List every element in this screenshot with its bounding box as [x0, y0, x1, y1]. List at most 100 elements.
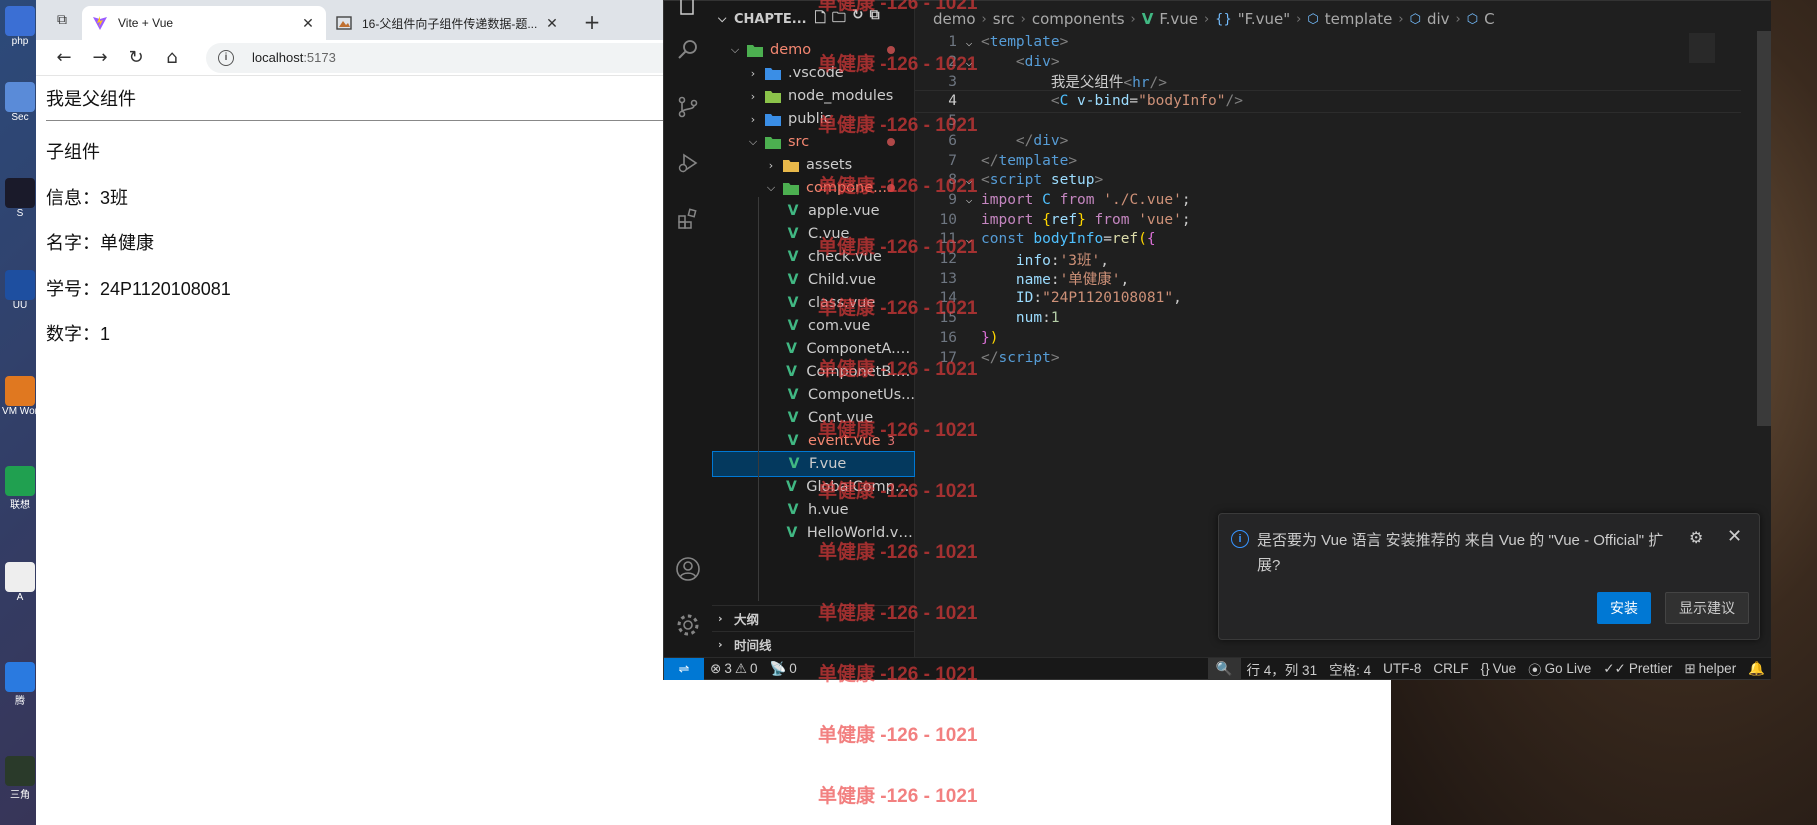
line-number: 7 [948, 152, 957, 169]
language-status[interactable]: {} Vue [1475, 661, 1523, 676]
refresh-icon[interactable]: ↻ [852, 7, 864, 31]
explorer-icon[interactable] [674, 0, 702, 21]
chevron-right-icon: › [1296, 11, 1302, 27]
helper-status[interactable]: ⊞ helper [1678, 661, 1742, 677]
problems-status[interactable]: ⊗ 3 ⚠ 0 [704, 661, 763, 677]
code-text: const bodyInfo=ref({ [981, 231, 1156, 247]
home-icon[interactable]: ⌂ [154, 43, 190, 73]
prettier-status[interactable]: ✓✓ Prettier [1597, 661, 1678, 677]
site-info-icon[interactable]: i [218, 49, 234, 66]
zoom-icon[interactable]: 🔍 [1207, 657, 1241, 680]
tree-item[interactable]: V HelloWorld.vue [712, 520, 915, 546]
vue-file-icon: V [787, 433, 799, 449]
tree-item-label: F.vue [809, 456, 847, 472]
collapse-all-icon[interactable]: ⧉ [870, 7, 880, 31]
code-token: /> [1225, 93, 1243, 110]
browser-tab-vite[interactable]: Vite + Vue ✕ [82, 6, 326, 40]
gear-icon[interactable] [674, 611, 702, 639]
desktop-icon-uu[interactable]: UU [2, 270, 38, 311]
tree-item-label: .vscode [788, 65, 844, 81]
code-text: </template> [981, 153, 1077, 169]
tree-item-label: C.vue [808, 226, 850, 242]
new-file-icon[interactable]: 🗋 [815, 7, 826, 31]
chevron-down-icon[interactable]: ⌵ [718, 12, 734, 26]
fold-chevron-icon[interactable]: ⌵ [957, 36, 981, 49]
show-recommendations-button[interactable]: 显示建议 [1665, 592, 1749, 624]
close-icon[interactable]: ✕ [544, 15, 560, 32]
extensions-icon[interactable] [674, 205, 702, 233]
desktop-icon-tencent[interactable]: 腾 [2, 662, 38, 707]
minimap[interactable] [1689, 33, 1715, 63]
new-folder-icon[interactable]: 🗀 [832, 7, 846, 31]
back-icon[interactable]: ← [46, 43, 82, 73]
vue-file-icon: V [786, 341, 798, 357]
ports-status[interactable]: 📡 0 [763, 661, 802, 677]
breadcrumb-symbol-file[interactable]: "F.vue" [1238, 10, 1290, 28]
line-number: 5 [948, 113, 957, 130]
address-bar[interactable]: i localhost:5173 [206, 42, 706, 73]
browser-tab-exercise[interactable]: 16-父组件向子组件传递数据-题... ✕ [326, 6, 570, 40]
tree-item-label: check.vue [808, 249, 882, 265]
vue-file-icon: V [786, 525, 798, 541]
run-debug-icon[interactable] [674, 149, 702, 177]
fold-chevron-icon[interactable]: ⌵ [957, 174, 981, 187]
fold-chevron-icon[interactable]: ⌵ [957, 193, 981, 206]
gear-icon[interactable]: ⚙ [1689, 528, 1703, 548]
code-token: </ [981, 152, 999, 169]
breadcrumb-file[interactable]: F.vue [1159, 10, 1198, 28]
security-icon [5, 82, 35, 112]
desktop-icon-sec[interactable]: Sec [2, 82, 38, 123]
go-live-status[interactable]: ⦿ Go Live [1522, 659, 1597, 679]
tree-item-label: com.vue [808, 318, 871, 334]
cursor-position[interactable]: 行 4，列 31 [1241, 659, 1324, 679]
code-token: from [1059, 191, 1095, 208]
breadcrumb-src[interactable]: src [993, 10, 1015, 28]
reload-icon[interactable]: ↻ [118, 43, 154, 73]
broadcast-icon: 📡 [769, 660, 787, 676]
source-control-icon[interactable] [674, 93, 702, 121]
vue-file-icon: V [787, 226, 799, 242]
tab-actions-icon[interactable]: ⧉ [48, 6, 76, 34]
remote-icon[interactable]: ⇌ [664, 657, 704, 680]
indentation-status[interactable]: 空格: 4 [1323, 659, 1377, 679]
code-token: < [981, 172, 990, 189]
chevron-right-icon: › [981, 11, 987, 27]
vue-file-icon: V [787, 410, 799, 426]
code-line[interactable]: 17 </script> [915, 346, 1741, 369]
breadcrumb-symbol-template[interactable]: template [1325, 10, 1393, 28]
timeline-section[interactable]: › 时间线 [712, 631, 915, 657]
new-tab-icon[interactable]: + [578, 8, 606, 36]
folder-icon [782, 180, 800, 196]
search-icon[interactable] [674, 35, 702, 63]
desktop-icon-s[interactable]: S [2, 178, 38, 219]
install-button[interactable]: 安装 [1597, 592, 1651, 624]
desktop-icon-lenovo[interactable]: 联想 [2, 466, 38, 511]
tree-item-label: class.vue [808, 295, 876, 311]
forward-icon[interactable]: → [82, 43, 118, 73]
desktop-icon-vmware[interactable]: VM Wor [2, 376, 38, 417]
code-token: script [998, 349, 1051, 366]
desktop-icon-a[interactable]: A [2, 562, 38, 603]
outline-section[interactable]: › 大纲 [712, 605, 915, 631]
code-text: name:'单健康', [981, 268, 1129, 289]
breadcrumb-demo[interactable]: demo [933, 10, 976, 28]
desktop-icon-php[interactable]: php [2, 6, 38, 47]
vertical-scrollbar[interactable] [1757, 31, 1771, 426]
folder-icon [746, 42, 764, 58]
fold-chevron-icon[interactable]: ⌵ [957, 56, 981, 69]
breadcrumb-symbol-c[interactable]: C [1484, 10, 1494, 28]
close-icon[interactable]: ✕ [300, 15, 316, 32]
close-icon[interactable]: ✕ [1727, 526, 1742, 547]
breadcrumb-symbol-div[interactable]: div [1427, 10, 1450, 28]
desktop-icon-sanjiao[interactable]: 三角 [2, 756, 38, 801]
encoding-status[interactable]: UTF-8 [1377, 661, 1427, 676]
account-icon[interactable] [674, 555, 702, 583]
code-token: ; [1181, 211, 1191, 228]
fold-chevron-icon[interactable]: ⌵ [957, 233, 981, 246]
eol-status[interactable]: CRLF [1427, 661, 1474, 676]
chevron-right-icon: › [1455, 11, 1461, 27]
code-text: import {ref} from 'vue'; [981, 212, 1191, 228]
breadcrumb-components[interactable]: components [1032, 10, 1125, 28]
bell-icon[interactable]: 🔔 [1742, 661, 1771, 677]
